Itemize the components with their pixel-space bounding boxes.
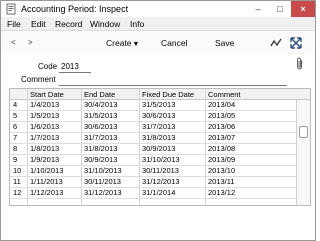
menu-bar: File Edit Record Window Info (1, 17, 315, 31)
fixed-due-date-cell[interactable]: 30/6/2013 (140, 111, 175, 121)
column-header-start-date: Start Date (30, 90, 64, 99)
close-button[interactable]: × (291, 1, 315, 17)
start-date-cell[interactable]: 1/6/2013 (28, 122, 59, 132)
end-date-cell[interactable]: 30/11/2013 (82, 177, 121, 187)
start-date-cell[interactable]: 1/4/2013 (28, 100, 59, 110)
chart-line-icon[interactable] (269, 36, 283, 50)
table-row[interactable]: 7 1/7/2013 31/7/2013 31/8/2013 2013/07 (10, 133, 296, 144)
row-number: 7 (13, 133, 18, 142)
previous-record-button[interactable]: < (11, 38, 16, 48)
comment-cell[interactable]: 2013/11 (206, 177, 235, 187)
menu-record[interactable]: Record (55, 18, 82, 30)
end-date-cell[interactable]: 31/12/2013 (82, 188, 122, 198)
menu-edit[interactable]: Edit (31, 18, 46, 30)
table-row[interactable]: 6 1/6/2013 30/6/2013 31/7/2013 2013/06 (10, 122, 296, 133)
create-button-label: Create (106, 38, 132, 48)
comment-cell[interactable]: 2013/06 (206, 122, 235, 132)
save-button[interactable]: Save (215, 37, 234, 49)
code-field[interactable]: 2013 (61, 62, 79, 72)
start-date-cell[interactable]: 1/7/2013 (28, 133, 59, 143)
toolbar: < > Create▼ Cancel Save (1, 32, 315, 54)
comment-cell[interactable]: 2013/04 (206, 100, 235, 110)
start-date-cell[interactable]: 1/12/2013 (28, 188, 63, 198)
create-button[interactable]: Create▼ (106, 37, 139, 51)
comment-cell[interactable]: 2013/08 (206, 144, 235, 154)
paperclip-icon[interactable] (295, 57, 305, 71)
end-date-cell[interactable]: 31/5/2013 (82, 111, 117, 121)
column-header-end-date: End Date (84, 90, 116, 99)
table-row[interactable]: 10 1/10/2013 31/10/2013 30/11/2013 2013/… (10, 166, 296, 177)
table-row[interactable]: 9 1/9/2013 30/9/2013 31/10/2013 2013/09 (10, 155, 296, 166)
end-date-cell[interactable]: 30/9/2013 (82, 155, 117, 165)
end-date-cell[interactable]: 31/8/2013 (82, 144, 117, 154)
fixed-due-date-cell[interactable]: 31/8/2013 (140, 133, 175, 143)
table-row[interactable]: 8 1/8/2013 31/8/2013 30/9/2013 2013/08 (10, 144, 296, 155)
fixed-due-date-cell[interactable]: 30/9/2013 (140, 144, 175, 154)
fixed-due-date-cell[interactable]: 31/5/2013 (140, 100, 175, 110)
comment-label: Comment (21, 75, 56, 84)
comment-field-underline (59, 85, 287, 86)
menu-window[interactable]: Window (90, 18, 120, 30)
scrollbar-thumb[interactable] (299, 126, 308, 138)
window-title: Accounting Period: Inspect (21, 4, 129, 14)
comment-cell[interactable]: 2013/12 (206, 188, 235, 198)
code-label: Code (38, 62, 58, 71)
row-number: 4 (13, 100, 18, 109)
fixed-due-date-cell[interactable]: 30/11/2013 (140, 166, 179, 176)
next-record-button[interactable]: > (28, 38, 33, 48)
column-header-fixed-due-date: Fixed Due Date (142, 90, 195, 99)
fixed-due-date-cell[interactable]: 31/1/2014 (140, 188, 175, 198)
triangle-down-icon: ▼ (132, 41, 140, 48)
row-number: 9 (13, 155, 18, 164)
start-date-cell[interactable]: 1/5/2013 (28, 111, 59, 121)
fixed-due-date-cell[interactable]: 31/10/2013 (140, 155, 180, 165)
comment-cell[interactable]: 2013/10 (206, 166, 235, 176)
cancel-button[interactable]: Cancel (161, 37, 187, 49)
row-number: 8 (13, 144, 18, 153)
row-number: 5 (13, 111, 18, 120)
title-bar: Accounting Period: Inspect – □ × (1, 1, 315, 17)
table-row[interactable]: 5 1/5/2013 31/5/2013 30/6/2013 2013/05 (10, 111, 296, 122)
comment-cell[interactable]: 2013/09 (206, 155, 235, 165)
fixed-due-date-cell[interactable]: 31/7/2013 (140, 122, 175, 132)
table-scrollbar[interactable] (296, 100, 310, 205)
end-date-cell[interactable]: 30/6/2013 (82, 122, 117, 132)
end-date-cell[interactable]: 31/10/2013 (82, 166, 122, 176)
table-row[interactable]: 12 1/12/2013 31/12/2013 31/1/2014 2013/1… (10, 188, 296, 199)
start-date-cell[interactable]: 1/8/2013 (28, 144, 59, 154)
table-row[interactable]: 11 1/11/2013 30/11/2013 31/12/2013 2013/… (10, 177, 296, 188)
row-number: 6 (13, 122, 18, 131)
document-icon (6, 3, 16, 15)
menu-file[interactable]: File (7, 18, 21, 30)
code-field-underline (59, 72, 91, 73)
fixed-due-date-cell[interactable]: 31/12/2013 (140, 177, 180, 187)
row-number: 11 (13, 177, 21, 186)
start-date-cell[interactable]: 1/10/2013 (28, 166, 63, 176)
row-number: 12 (13, 188, 22, 197)
end-date-cell[interactable]: 30/4/2013 (82, 100, 117, 110)
table-header: Start Date End Date Fixed Due Date Comme… (10, 89, 310, 100)
row-number: 10 (13, 166, 22, 175)
expand-arrows-icon[interactable] (289, 36, 303, 50)
start-date-cell[interactable]: 1/9/2013 (28, 155, 59, 165)
table-row[interactable]: 4 1/4/2013 30/4/2013 31/5/2013 2013/04 (10, 100, 296, 111)
menu-info[interactable]: Info (130, 18, 144, 30)
start-date-cell[interactable]: 1/11/2013 (28, 177, 63, 187)
column-header-comment: Comment (208, 90, 241, 99)
minimize-button[interactable]: – (247, 1, 269, 17)
comment-cell[interactable]: 2013/07 (206, 133, 235, 143)
comment-cell[interactable]: 2013/05 (206, 111, 235, 121)
periods-table: Start Date End Date Fixed Due Date Comme… (9, 88, 311, 206)
maximize-button[interactable]: □ (269, 1, 291, 17)
inspect-window: Accounting Period: Inspect – □ × File Ed… (0, 0, 316, 241)
end-date-cell[interactable]: 31/7/2013 (82, 133, 117, 143)
